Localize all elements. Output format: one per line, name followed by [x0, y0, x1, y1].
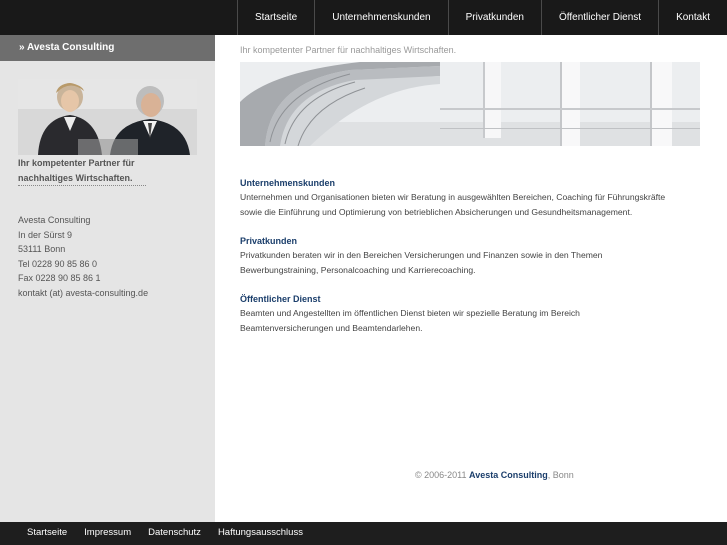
address-street: In der Sürst 9 [18, 229, 73, 240]
address-phone: Tel 0228 90 85 86 0 [18, 258, 98, 269]
footer-link-startseite[interactable]: Startseite [0, 522, 76, 545]
address-email: kontakt (at) avesta-consulting.de [18, 287, 149, 298]
nav-unternehmenskunden[interactable]: Unternehmenskunden [314, 0, 447, 35]
staircase-architecture-illustration [240, 62, 700, 146]
nav-oeffentlicher-dienst[interactable]: Öffentlicher Dienst [541, 0, 658, 35]
architecture-banner [240, 62, 700, 146]
contact-address: Avesta Consulting In der Sürst 9 53111 B… [18, 213, 148, 301]
copyright-note: © 2006-2011 Avesta Consulting, Bonn [415, 470, 574, 480]
section-title[interactable]: Öffentlicher Dienst [240, 292, 710, 306]
footer-link-haftungsausschluss[interactable]: Haftungsausschluss [209, 522, 311, 545]
address-fax: Fax 0228 90 85 86 1 [18, 273, 101, 284]
business-people-illustration [18, 79, 197, 155]
section-text-line-1: Privatkunden beraten wir in den Bereiche… [240, 250, 603, 260]
tagline-line-1: Ihr kompetenter Partner für [18, 158, 135, 168]
section-title[interactable]: Privatkunden [240, 234, 710, 248]
nav-privatkunden[interactable]: Privatkunden [447, 0, 541, 35]
section-unternehmenskunden: Unternehmenskunden Unternehmen und Organ… [240, 176, 710, 219]
business-people-photo [18, 79, 197, 155]
section-privatkunden: Privatkunden Privatkunden beraten wir in… [240, 234, 710, 277]
footer-navigation-bar: Startseite Impressum Datenschutz Haftung… [0, 522, 727, 545]
footer-link-impressum[interactable]: Impressum [76, 522, 140, 545]
footer-link-datenschutz[interactable]: Datenschutz [140, 522, 210, 545]
nav-kontakt[interactable]: Kontakt [658, 0, 727, 35]
copyright-suffix: , Bonn [547, 470, 574, 480]
copyright-company: Avesta Consulting [469, 470, 548, 480]
top-navigation-bar: Startseite Unternehmenskunden Privatkund… [0, 0, 727, 35]
nav-startseite[interactable]: Startseite [236, 0, 314, 35]
section-title[interactable]: Unternehmenskunden [240, 176, 710, 190]
dotted-divider [18, 185, 146, 186]
sidebar: » Avesta Consulting Ihr kompetenter Part… [0, 35, 215, 522]
section-text-line-1: Beamten und Angestellten im öffentlichen… [240, 308, 580, 318]
address-city: 53111 Bonn [18, 244, 66, 255]
sidebar-tagline: Ihr kompetenter Partner für nachhaltiges… [18, 156, 198, 186]
copyright-prefix: © 2006-2011 [415, 470, 467, 480]
top-nav: Startseite Unternehmenskunden Privatkund… [236, 0, 727, 35]
section-text-line-1: Unternehmen und Organisationen bieten wi… [240, 192, 666, 202]
section-text-line-2: Beamtenversicherungen und Beamtendarlehe… [240, 322, 423, 333]
sidebar-header[interactable]: » Avesta Consulting [0, 35, 215, 61]
page-tagline: Ihr kompetenter Partner für nachhaltiges… [240, 45, 457, 55]
address-company: Avesta Consulting [18, 215, 91, 225]
section-oeffentlicher-dienst: Öffentlicher Dienst Beamten und Angestel… [240, 292, 710, 335]
section-text-line-2: Bewerbungstraining, Personalcoaching und… [240, 264, 476, 275]
tagline-line-2: nachhaltiges Wirtschaften. [18, 173, 133, 183]
section-text-line-2: sowie die Einführung und Optimierung von… [240, 206, 633, 217]
